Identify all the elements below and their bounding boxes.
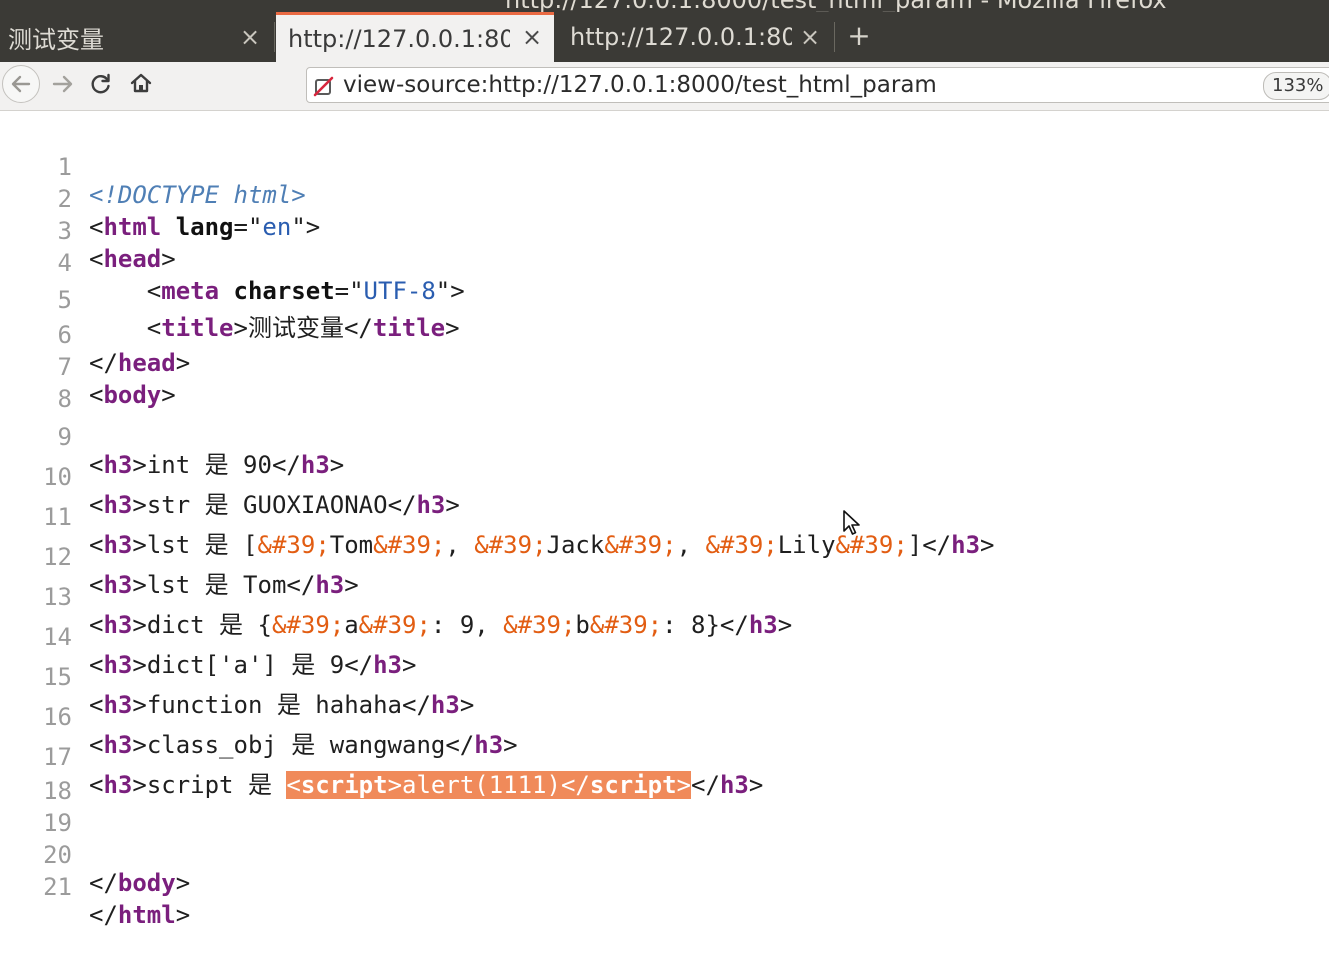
tab-label: 测试变量 xyxy=(8,25,104,54)
tab-close-icon[interactable]: × xyxy=(798,24,822,50)
tab-test-variables[interactable]: 测试变量 × xyxy=(0,12,272,62)
home-icon xyxy=(130,73,152,93)
tab-bar: 测试变量 × http://127.0.0.1:8000/test_html_p… xyxy=(0,12,1329,62)
forward-arrow-icon xyxy=(52,75,73,93)
home-button[interactable] xyxy=(128,70,154,96)
reload-button[interactable] xyxy=(88,71,114,97)
tag-bracket: > xyxy=(175,901,191,929)
mouse-pointer-icon xyxy=(843,510,860,535)
tab-label: http://127.0.0.1:8000/test_html_param xyxy=(288,24,510,53)
source-line: 3 <head> xyxy=(0,187,1329,273)
source-line: 2 <html lang="en"> xyxy=(0,155,1329,241)
source-line: 12 <h3>lst 是 Tom</h3> xyxy=(0,513,1329,599)
window-titlebar: http://127.0.0.1:8000/test_html_param - … xyxy=(0,0,1329,12)
tab-separator xyxy=(834,22,835,52)
source-line: 14 <h3>dict['a'] 是 9</h3> xyxy=(0,593,1329,679)
back-arrow-icon xyxy=(11,75,31,93)
source-line: 15 <h3>function 是 hahaha</h3> xyxy=(0,633,1329,719)
source-line: 7 <body> xyxy=(0,323,1329,409)
tab-close-icon[interactable]: × xyxy=(238,24,262,50)
source-line: 5 <title>测试变量</title> xyxy=(0,256,1329,342)
source-line: 13 <h3>dict 是 {&#39;a&#39;: 9, &#39;b&#3… xyxy=(0,553,1329,639)
navigation-toolbar: view-source:http://127.0.0.1:8000/test_h… xyxy=(0,62,1329,111)
tag-bracket: </ xyxy=(89,901,118,929)
url-bar[interactable]: view-source:http://127.0.0.1:8000/test_h… xyxy=(306,67,1329,103)
view-source-content: 1 <!DOCTYPE html> 2 <html lang="en"> 3 <… xyxy=(0,111,1329,929)
source-line: 10 <h3>str 是 GUOXIAONAO</h3> xyxy=(0,433,1329,519)
source-line: 18 xyxy=(0,747,1329,805)
tab-separator xyxy=(274,22,275,52)
source-line: 20 </body> xyxy=(0,811,1329,897)
window-title: http://127.0.0.1:8000/test_html_param - … xyxy=(505,0,1167,12)
tab-test-html-param[interactable]: http://127.0.0.1:8000/test_html_param × xyxy=(558,12,832,62)
line-number: 21 xyxy=(43,873,72,901)
forward-button[interactable] xyxy=(50,71,76,97)
source-line: 11 <h3>lst 是 [&#39;Tom&#39;, &#39;Jack&#… xyxy=(0,473,1329,559)
tag-name: html xyxy=(117,901,176,929)
reload-icon xyxy=(91,73,110,94)
back-button[interactable] xyxy=(2,65,40,103)
insecure-page-icon[interactable] xyxy=(313,75,335,97)
tab-label: http://127.0.0.1:8000/test_html_param xyxy=(570,23,792,51)
zoom-level-badge[interactable]: 133% xyxy=(1263,72,1329,100)
source-line: 19 xyxy=(0,779,1329,837)
tab-view-source-active[interactable]: http://127.0.0.1:8000/test_html_param × xyxy=(276,12,554,62)
new-tab-button[interactable]: + xyxy=(846,22,872,50)
source-line: 4 <meta charset="UTF-8"> xyxy=(0,219,1329,305)
source-line: 21 </html> xyxy=(0,843,1329,929)
tab-close-icon[interactable]: × xyxy=(520,24,544,50)
source-line: 6 </head> xyxy=(0,291,1329,377)
url-text[interactable]: view-source:http://127.0.0.1:8000/test_h… xyxy=(343,72,937,98)
source-line: 8 xyxy=(0,355,1329,413)
source-line: 16 <h3>class_obj 是 wangwang</h3> xyxy=(0,673,1329,759)
source-line: 1 <!DOCTYPE html> xyxy=(0,123,1329,209)
source-line: 17 <h3>script 是 <script>alert(1111)</scr… xyxy=(0,713,1329,799)
source-line: 9 <h3>int 是 90</h3> xyxy=(0,393,1329,479)
